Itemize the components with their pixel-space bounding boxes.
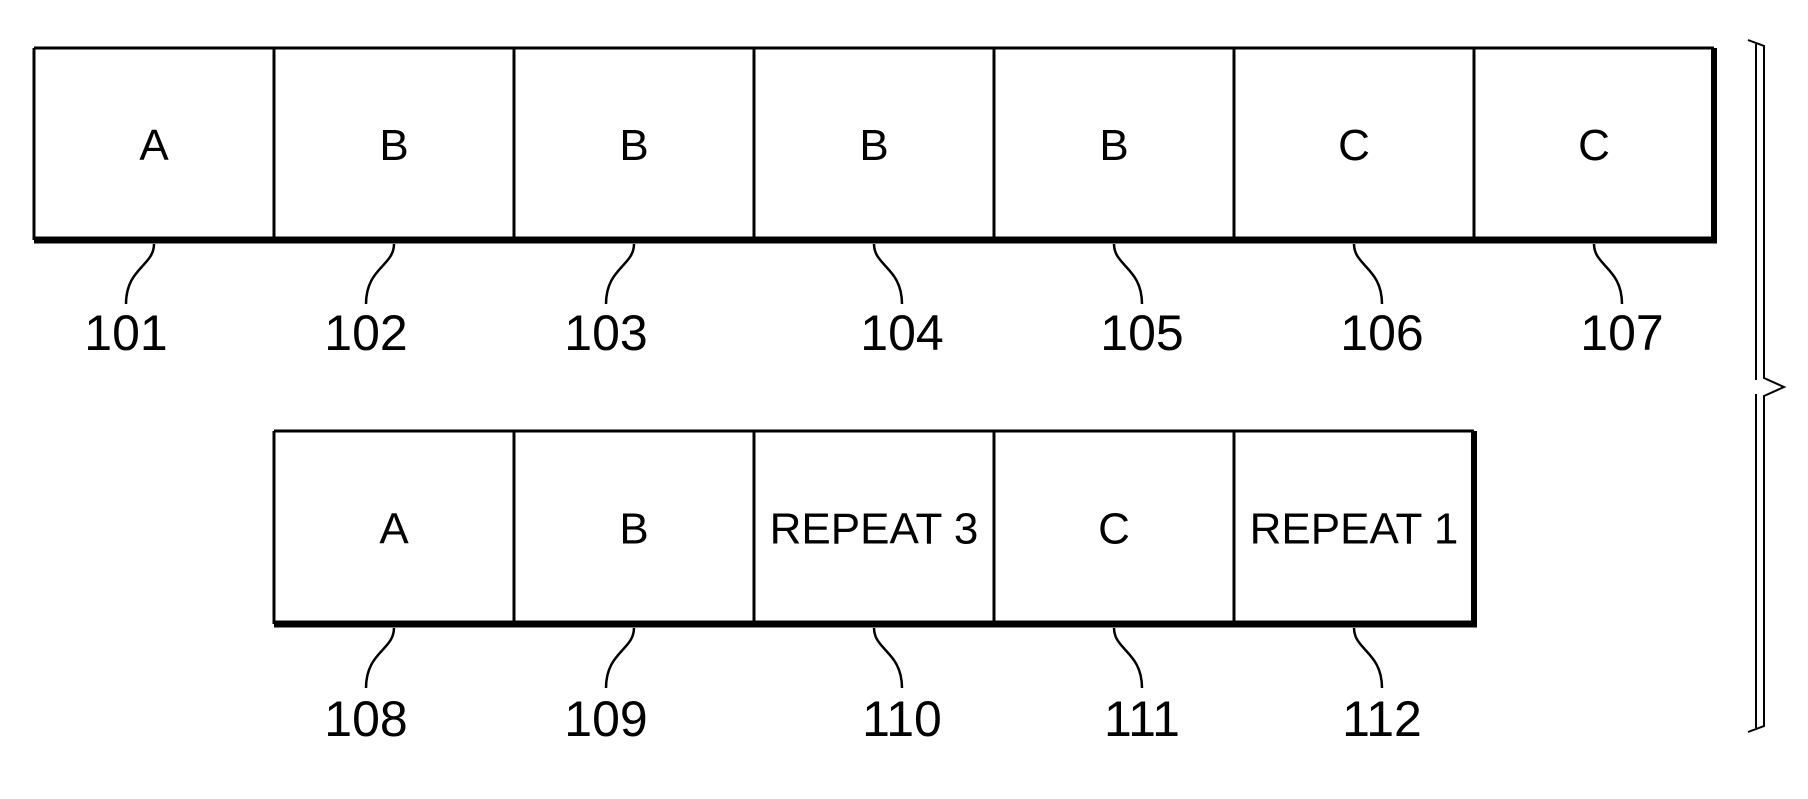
cell-label: B — [859, 121, 888, 170]
diagram-canvas: A 101 B 102 B 103 B 104 B 105 C 106 C 107 A 108 B 109 REP… — [32, 39, 1787, 747]
reference-numeral: 105 — [1100, 305, 1183, 361]
block-cell: C 107 — [1472, 48, 1664, 361]
cell-label: C — [1098, 505, 1130, 554]
reference-numeral: 102 — [324, 305, 407, 361]
block-cell: C 111 — [992, 431, 1180, 747]
leader-line — [124, 243, 156, 305]
leader-line — [1112, 627, 1144, 689]
reference-numeral: 104 — [860, 305, 943, 361]
cell-label: REPEAT 3 — [770, 505, 979, 554]
cell-label: REPEAT 1 — [1250, 505, 1459, 554]
block-cell: B 103 — [512, 48, 649, 361]
reference-numeral: 103 — [564, 305, 647, 361]
leader-line — [1112, 243, 1144, 305]
leader-line — [872, 243, 904, 305]
reference-numeral: 110 — [862, 691, 942, 747]
cell-label: B — [619, 505, 648, 554]
reference-numeral: 107 — [1580, 305, 1663, 361]
reference-numeral: 108 — [324, 691, 407, 747]
leader-line — [604, 627, 636, 689]
cell-label: B — [379, 121, 408, 170]
reference-numeral: 109 — [564, 691, 647, 747]
reference-numeral: 111 — [1104, 691, 1180, 747]
reference-numeral: 106 — [1340, 305, 1423, 361]
reference-numeral: 112 — [1342, 691, 1422, 747]
row-original-sequence: A 101 B 102 B 103 B 104 B 105 C 106 C 107 — [32, 46, 1717, 361]
block-cell: REPEAT 1 112 — [1232, 431, 1459, 747]
leader-line — [1352, 243, 1384, 305]
grouping-brace — [1747, 39, 1787, 733]
leader-line — [1592, 243, 1624, 305]
block-cell: B 102 — [272, 48, 409, 361]
block-cell: B 109 — [512, 431, 649, 747]
leader-line — [364, 627, 396, 689]
block-cell: B 105 — [992, 48, 1184, 361]
block-cell: REPEAT 3 110 — [752, 431, 979, 747]
cell-label: A — [139, 121, 169, 170]
leader-line — [604, 243, 636, 305]
cell-label: A — [379, 505, 409, 554]
cell-label: C — [1578, 121, 1610, 170]
cell-label: C — [1338, 121, 1370, 170]
cell-label: B — [619, 121, 648, 170]
row-encoded-sequence: A 108 B 109 REPEAT 3 110 C 111 REPEAT 1 112 — [272, 429, 1477, 747]
cell-label: B — [1099, 121, 1128, 170]
leader-line — [872, 627, 904, 689]
leader-line — [1352, 627, 1384, 689]
block-cell: B 104 — [752, 48, 944, 361]
leader-line — [364, 243, 396, 305]
reference-numeral: 101 — [84, 305, 167, 361]
block-cell: C 106 — [1232, 48, 1424, 361]
